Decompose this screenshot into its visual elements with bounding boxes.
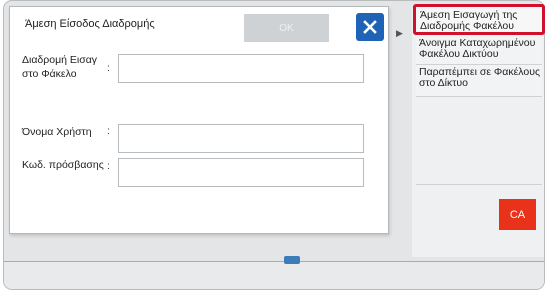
folder-path-label: Διαδρομή Εισαγ στο Φάκελο — [22, 53, 97, 81]
folder-path-input[interactable] — [118, 54, 364, 83]
dialog-title: Άμεση Είσοδος Διαδρομής — [25, 18, 155, 30]
close-icon — [363, 20, 377, 34]
password-input[interactable] — [118, 158, 364, 187]
ok-button[interactable]: OK — [244, 14, 329, 42]
colon-separator: : — [107, 62, 110, 74]
menu-item-empty — [416, 155, 542, 185]
menu-item-open-registered-folder[interactable]: Άνοιγμα Καταχωρημένου Φακέλου Δικτύου — [416, 36, 542, 65]
menu-item-label-line2: Φακέλου Δικτύου — [419, 48, 499, 60]
bottom-tab-handle[interactable] — [284, 256, 300, 264]
menu-item-label-line2: στο Δίκτυο — [419, 77, 468, 89]
menu-item-label-line2: Διαδρομής Φακέλου — [420, 20, 514, 32]
folder-path-label-line2: στο Φάκελο — [22, 68, 77, 80]
colon-separator: : — [107, 160, 110, 172]
menu-item-empty — [416, 126, 542, 156]
ca-button[interactable]: CA — [499, 199, 536, 230]
menu-item-browse-network-folders[interactable]: Παραπέμπει σε Φακέλους στο Δίκτυο — [416, 65, 542, 97]
colon-separator: : — [107, 125, 110, 137]
bottom-bar — [4, 261, 544, 289]
username-input[interactable] — [118, 124, 364, 153]
menu-item-empty — [416, 97, 542, 127]
menu-item-direct-path-entry[interactable]: Άμεση Εισαγωγή της Διαδρομής Φακέλου — [413, 4, 545, 35]
expand-arrow-icon[interactable]: ▶ — [396, 28, 406, 38]
username-label: Όνομα Χρήστη — [22, 126, 92, 138]
close-button[interactable] — [356, 13, 384, 41]
password-label: Κωδ. πρόσβασης — [22, 159, 104, 171]
direct-path-entry-dialog: Άμεση Είσοδος Διαδρομής OK Διαδρομή Εισα… — [9, 6, 389, 234]
folder-path-label-line1: Διαδρομή Εισαγ — [22, 54, 98, 66]
